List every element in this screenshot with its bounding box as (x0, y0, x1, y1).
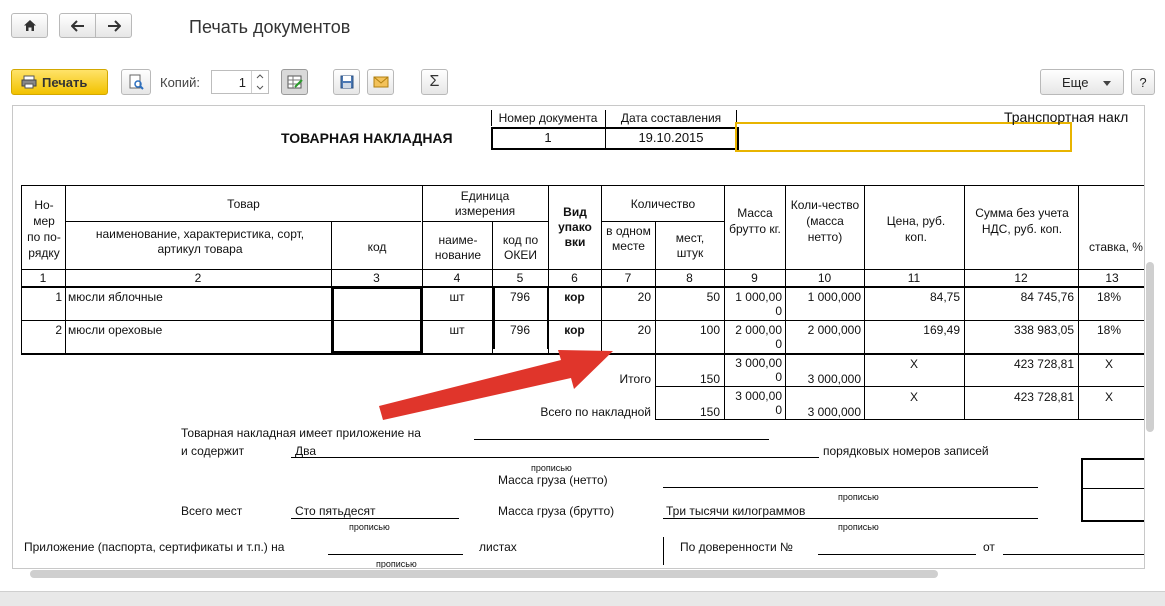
printer-icon (21, 75, 37, 89)
page-preview-icon (129, 74, 144, 90)
red-arrow-annotation (379, 350, 613, 420)
preview-button[interactable] (121, 69, 151, 95)
save-button[interactable] (333, 69, 360, 95)
edit-toggle-button[interactable] (281, 69, 308, 95)
email-button[interactable] (367, 69, 394, 95)
horizontal-scrollbar-thumb[interactable] (30, 570, 938, 578)
page-title: Печать документов (189, 17, 351, 37)
copies-input[interactable]: 1 (211, 70, 269, 94)
copies-stepper[interactable] (251, 71, 268, 93)
arrow-left-icon (70, 19, 84, 32)
document-viewer[interactable]: ТОВАРНАЯ НАКЛАДНАЯ Номер документа Дата … (12, 105, 1145, 569)
chevron-down-icon[interactable] (252, 82, 268, 93)
copies-value: 1 (238, 75, 246, 90)
forward-button[interactable] (95, 13, 132, 38)
home-icon (23, 20, 36, 31)
vertical-scrollbar[interactable] (1146, 262, 1154, 432)
chevron-up-icon[interactable] (252, 71, 268, 82)
home-button[interactable] (11, 13, 48, 38)
sum-button[interactable]: Σ (421, 69, 448, 95)
arrow-right-icon (107, 19, 121, 32)
print-button-label: Печать (42, 74, 88, 90)
back-button[interactable] (59, 13, 96, 38)
print-button[interactable]: Печать (11, 69, 108, 95)
more-button[interactable]: Еще (1040, 69, 1124, 95)
floppy-disk-icon (340, 75, 353, 89)
copies-label: Копий: (160, 75, 200, 90)
sigma-icon: Σ (429, 73, 440, 90)
edit-table-icon (287, 75, 303, 89)
bottom-bar (0, 591, 1165, 606)
envelope-icon (373, 76, 388, 88)
help-button-label: ? (1139, 74, 1147, 90)
more-button-label: Еще (1062, 74, 1089, 90)
help-button[interactable]: ? (1131, 69, 1155, 95)
caret-down-icon (1103, 81, 1111, 86)
